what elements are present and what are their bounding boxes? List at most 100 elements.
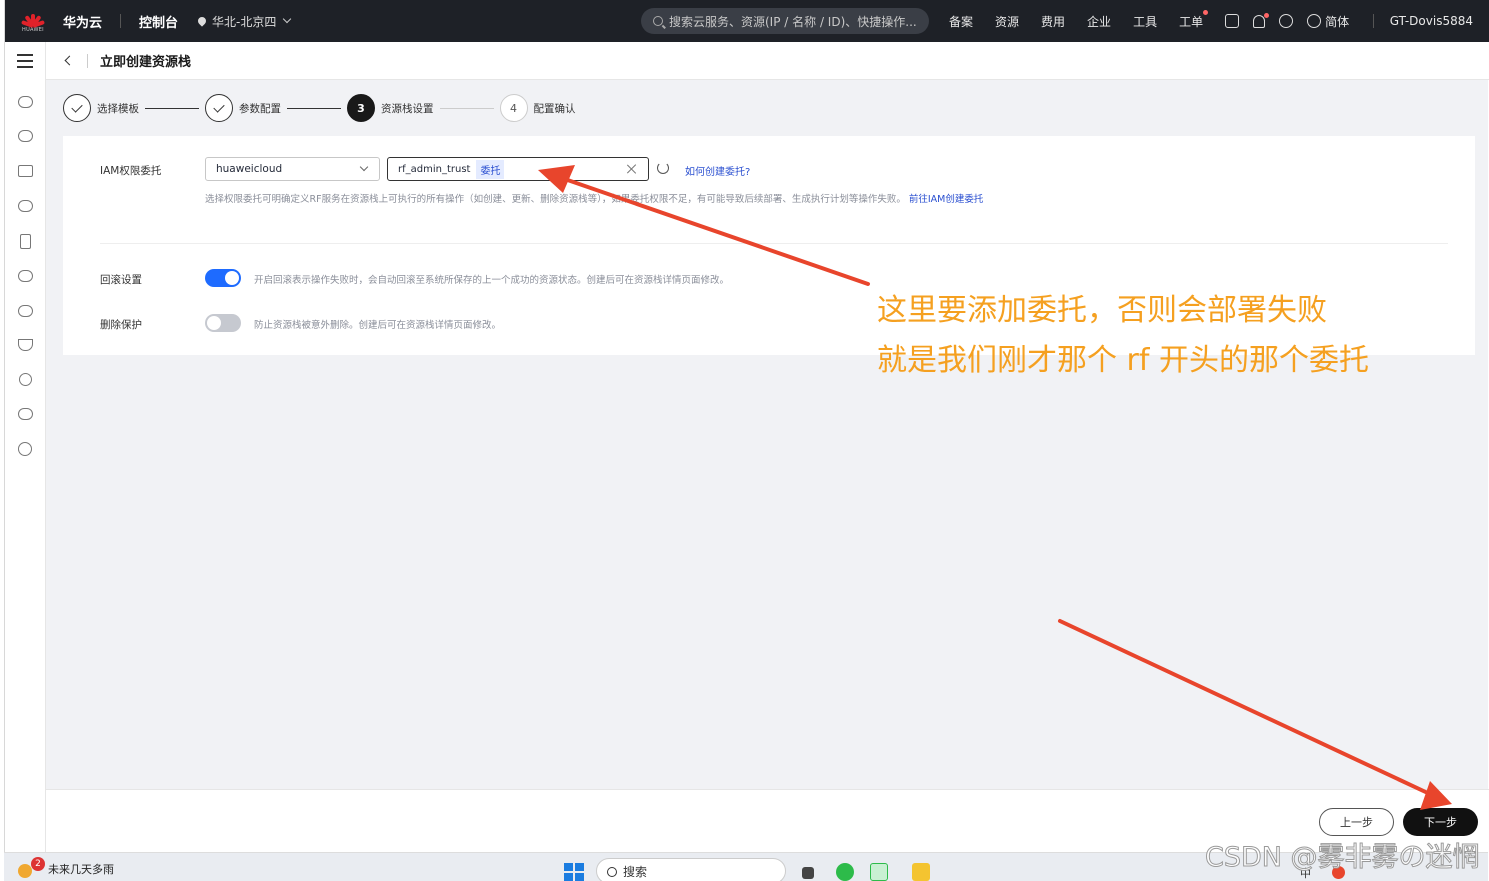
remote-desktop-icon[interactable] (870, 863, 888, 881)
service-rail (5, 42, 46, 852)
cloud-server-icon[interactable] (18, 130, 33, 142)
region-label: 华北-北京四 (212, 14, 277, 29)
check-icon (205, 94, 233, 122)
billing-icon[interactable] (19, 373, 32, 386)
cloud-service-icon[interactable] (18, 96, 33, 108)
global-search-input[interactable]: 搜索云服务、资源(IP / 名称 / ID)、快捷操作... (641, 8, 929, 34)
annotation-line-1: 这里要添加委托，否则会部署失败 (877, 293, 1327, 328)
rollback-label: 回滚设置 (100, 274, 142, 286)
location-pin-icon (196, 15, 208, 27)
agency-hint-text: 选择权限委托可明确定义RF服务在资源栈上可执行的所有操作（如创建、更新、删除资源… (205, 194, 906, 205)
taskbar-search[interactable]: 搜索 (596, 858, 786, 881)
chevron-down-icon (283, 14, 292, 24)
bell-dot (1264, 12, 1270, 18)
provider-select[interactable]: huaweicloud (205, 157, 380, 181)
step-stack-settings: 3 资源栈设置 (347, 94, 434, 122)
step-number: 3 (347, 94, 375, 122)
provider-value: huaweicloud (216, 163, 283, 175)
user-menu[interactable]: GT-Dovis5884 (1372, 0, 1473, 42)
task-view-icon[interactable] (802, 867, 814, 879)
huawei-flower-icon (21, 10, 45, 28)
rollback-desc: 开启回滚表示操作失败时，会自动回滚至系统所保存的上一个成功的资源状态。创建后可在… (254, 275, 730, 286)
agency-tag: 委托 (476, 159, 505, 179)
region-selector[interactable]: 华北-北京四 (196, 13, 292, 30)
search-icon (607, 867, 617, 877)
check-icon (63, 94, 91, 122)
top-nav: 备案 资源 费用 企业 工具 工单 简体 (949, 0, 1349, 42)
anchor-icon[interactable] (18, 339, 33, 351)
step-params: 参数配置 (205, 94, 281, 122)
step-connector (145, 107, 199, 109)
windows-start-icon[interactable] (564, 863, 584, 881)
document-icon[interactable] (20, 234, 31, 249)
delete-protection-desc: 防止资源栈被意外删除。创建后可在资源栈详情页面修改。 (254, 320, 502, 331)
globe-icon[interactable] (1307, 14, 1322, 28)
cloud-shell-icon[interactable] (1225, 14, 1240, 28)
rollback-toggle[interactable] (205, 269, 241, 287)
nav-enterprise[interactable]: 企业 (1087, 13, 1111, 30)
search-placeholder: 搜索云服务、资源(IP / 名称 / ID)、快捷操作... (669, 14, 917, 29)
username: GT-Dovis5884 (1389, 14, 1473, 28)
page-title: 立即创建资源栈 (100, 55, 192, 70)
step-connector (287, 107, 341, 109)
step-label: 资源栈设置 (381, 102, 434, 115)
menu-icon[interactable] (17, 54, 33, 72)
cluster-icon[interactable] (18, 408, 33, 420)
clear-icon[interactable] (626, 163, 638, 175)
agency-select[interactable]: rf_admin_trust 委托 (387, 157, 649, 181)
prev-step-button[interactable]: 上一步 (1319, 808, 1394, 836)
cloud-icon[interactable] (18, 270, 33, 282)
agency-hint: 选择权限委托可明确定义RF服务在资源栈上可执行的所有操作（如创建、更新、删除资源… (205, 191, 983, 205)
next-step-button[interactable]: 下一步 (1403, 808, 1478, 836)
step-label: 参数配置 (239, 102, 281, 115)
monitor-icon[interactable] (18, 165, 33, 177)
cloud-upload-icon[interactable] (18, 200, 33, 212)
nav-tickets[interactable]: 工单 (1179, 9, 1209, 30)
huawei-logo[interactable]: HUAWEI (5, 0, 61, 42)
page-header: 立即创建资源栈 (46, 42, 1489, 80)
browser-frame: HUAWEI 华为云 控制台 华北-北京四 搜索云服务、资源(IP / 名称 /… (4, 0, 1489, 881)
delete-protection-label: 删除保护 (100, 319, 142, 331)
file-explorer-icon[interactable] (912, 863, 930, 881)
refresh-icon[interactable] (657, 162, 669, 174)
help-icon[interactable] (1279, 14, 1294, 28)
step-connector (439, 107, 494, 109)
language-label[interactable]: 简体 (1325, 13, 1349, 30)
nav-billing[interactable]: 费用 (1041, 13, 1065, 30)
annotation-line-2: 就是我们刚才那个 rf 开头的那个委托 (877, 343, 1369, 378)
step-label: 选择模板 (97, 102, 139, 115)
chevron-down-icon (359, 162, 369, 172)
nav-tools[interactable]: 工具 (1133, 13, 1157, 30)
console-link[interactable]: 控制台 (139, 12, 178, 31)
go-iam-link[interactable]: 前往IAM创建委托 (909, 194, 984, 205)
cloud-sync-icon[interactable] (18, 305, 33, 317)
step-label: 配置确认 (533, 102, 576, 115)
top-bar: HUAWEI 华为云 控制台 华北-北京四 搜索云服务、资源(IP / 名称 /… (5, 0, 1489, 42)
network-globe-icon[interactable] (18, 442, 32, 456)
nav-resources[interactable]: 资源 (995, 13, 1019, 30)
how-to-create-agency-link[interactable]: 如何创建委托? (685, 163, 750, 178)
bell-icon[interactable] (1253, 12, 1270, 28)
iam-agency-label: IAM权限委托 (100, 165, 162, 177)
csdn-watermark: CSDN @雾非雾の迷惘 (1205, 842, 1481, 874)
weather-badge: 2 (31, 857, 45, 871)
section-divider (100, 243, 1448, 244)
wechat-icon[interactable] (836, 863, 854, 881)
step-confirm: 4 配置确认 (499, 94, 576, 122)
agency-value: rf_admin_trust (398, 163, 471, 175)
nav-tickets-label: 工单 (1179, 14, 1204, 29)
back-arrow-icon[interactable] (64, 55, 75, 66)
search-icon (653, 16, 663, 26)
brand-name[interactable]: 华为云 (63, 12, 102, 31)
user-divider (1372, 14, 1374, 28)
delete-protection-toggle[interactable] (205, 314, 241, 332)
header-divider (87, 53, 88, 68)
nav-beian[interactable]: 备案 (949, 13, 973, 30)
step-select-template: 选择模板 (63, 94, 139, 122)
step-number: 4 (499, 94, 528, 122)
stepper: 选择模板 参数配置 3 资源栈设置 4 配置确认 (63, 94, 576, 122)
topbar-divider (120, 14, 122, 28)
taskbar-search-label: 搜索 (623, 864, 648, 879)
weather-text[interactable]: 未来几天多雨 (48, 861, 114, 877)
weather-icon (18, 864, 32, 878)
